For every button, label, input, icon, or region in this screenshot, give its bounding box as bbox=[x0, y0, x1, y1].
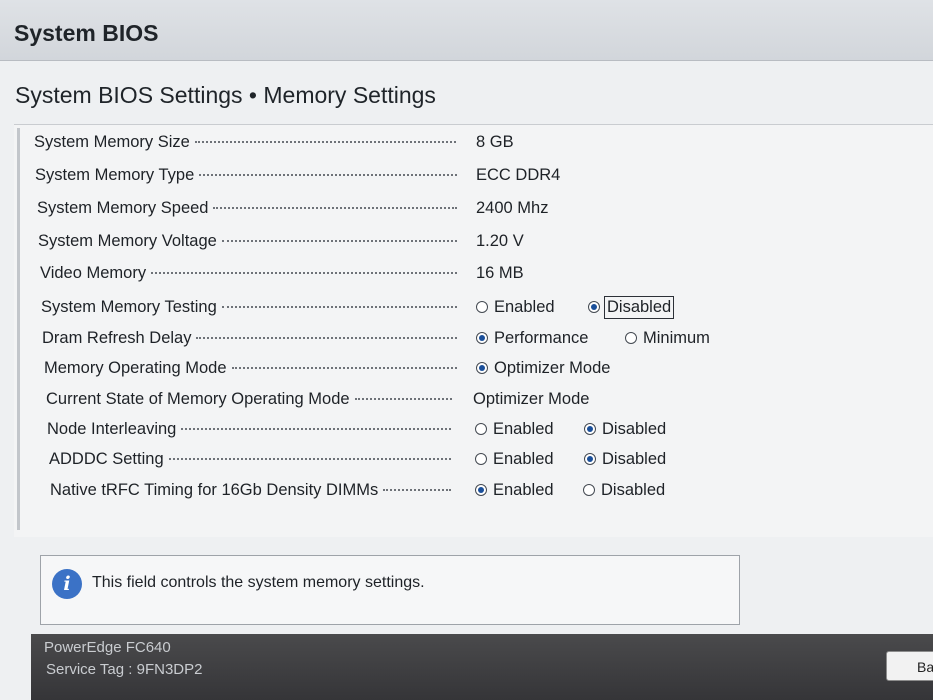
leader-dots bbox=[221, 240, 457, 242]
radio-unselected-icon bbox=[583, 484, 595, 496]
setting-row-dram-refresh-delay: Dram Refresh Delay Performance Minimum bbox=[0, 327, 933, 351]
setting-value: 16 MB bbox=[476, 264, 524, 282]
setting-value: 2400 Mhz bbox=[476, 199, 549, 217]
setting-row-system-memory-testing: System Memory Testing Enabled Disabled bbox=[0, 295, 933, 320]
page-title: System BIOS Settings • Memory Settings bbox=[15, 82, 436, 108]
leader-dots bbox=[151, 272, 457, 274]
setting-row-system-memory-size: System Memory Size 8 GB bbox=[0, 131, 933, 155]
setting-label: Native tRFC Timing for 16Gb Density DIMM… bbox=[50, 480, 379, 499]
setting-row-video-memory: Video Memory 16 MB bbox=[0, 262, 933, 286]
setting-label: System Memory Type bbox=[35, 165, 195, 184]
radio-unselected-icon bbox=[475, 453, 487, 465]
setting-label: Node Interleaving bbox=[47, 419, 177, 438]
help-text: This field controls the system memory se… bbox=[92, 574, 425, 591]
setting-label: System Memory Size bbox=[34, 132, 190, 151]
service-tag: Service Tag : 9FN3DP2 bbox=[46, 661, 203, 678]
setting-value: 1.20 V bbox=[476, 232, 524, 250]
setting-row-system-memory-voltage: System Memory Voltage 1.20 V bbox=[0, 230, 933, 254]
leader-dots bbox=[168, 458, 451, 460]
setting-row-native-trfc-timing: Native tRFC Timing for 16Gb Density DIMM… bbox=[0, 479, 933, 503]
setting-value: 8 GB bbox=[476, 133, 514, 151]
setting-label: Video Memory bbox=[40, 263, 147, 282]
leader-dots bbox=[231, 367, 457, 369]
radio-selected-icon bbox=[475, 484, 487, 496]
radio-optimizer-mode[interactable]: Optimizer Mode bbox=[476, 357, 610, 379]
info-icon: i bbox=[52, 569, 82, 599]
radio-unselected-icon bbox=[625, 332, 637, 344]
radio-disabled[interactable]: Disabled bbox=[584, 418, 666, 440]
setting-value: Optimizer Mode bbox=[473, 390, 590, 408]
system-model: PowerEdge FC640 bbox=[44, 639, 171, 656]
setting-label: ADDDC Setting bbox=[49, 449, 164, 468]
setting-label: Dram Refresh Delay bbox=[42, 328, 192, 347]
setting-row-memory-operating-mode: Memory Operating Mode Optimizer Mode bbox=[0, 357, 933, 381]
radio-disabled[interactable]: Disabled bbox=[588, 295, 675, 319]
radio-selected-icon bbox=[476, 332, 488, 344]
radio-selected-icon bbox=[584, 453, 596, 465]
setting-label: System Memory Speed bbox=[37, 198, 209, 217]
leader-dots bbox=[196, 337, 457, 339]
radio-enabled[interactable]: Enabled bbox=[475, 448, 554, 470]
setting-row-system-memory-type: System Memory Type ECC DDR4 bbox=[0, 164, 933, 188]
setting-label: System Memory Testing bbox=[41, 297, 217, 316]
radio-enabled[interactable]: Enabled bbox=[476, 296, 555, 318]
radio-performance[interactable]: Performance bbox=[476, 327, 588, 349]
setting-label: Memory Operating Mode bbox=[44, 358, 227, 377]
setting-row-system-memory-speed: System Memory Speed 2400 Mhz bbox=[0, 197, 933, 221]
radio-selected-icon bbox=[584, 423, 596, 435]
radio-unselected-icon bbox=[475, 423, 487, 435]
leader-dots bbox=[213, 207, 457, 209]
setting-label: Current State of Memory Operating Mode bbox=[46, 389, 350, 408]
leader-dots bbox=[221, 306, 457, 308]
leader-dots bbox=[181, 428, 451, 430]
radio-minimum[interactable]: Minimum bbox=[625, 327, 710, 349]
leader-dots bbox=[199, 174, 457, 176]
radio-selected-icon bbox=[588, 301, 600, 313]
app-title: System BIOS bbox=[14, 20, 159, 46]
setting-label: System Memory Voltage bbox=[38, 231, 217, 250]
leader-dots bbox=[383, 489, 451, 491]
setting-value: ECC DDR4 bbox=[476, 166, 561, 184]
setting-row-node-interleaving: Node Interleaving Enabled Disabled bbox=[0, 418, 933, 442]
radio-disabled[interactable]: Disabled bbox=[583, 479, 665, 501]
radio-enabled[interactable]: Enabled bbox=[475, 418, 554, 440]
setting-row-adddc-setting: ADDDC Setting Enabled Disabled bbox=[0, 448, 933, 472]
radio-enabled[interactable]: Enabled bbox=[475, 479, 554, 501]
setting-row-current-state-memory-mode: Current State of Memory Operating Mode O… bbox=[0, 388, 933, 412]
back-button[interactable]: Ba bbox=[886, 651, 933, 681]
leader-dots bbox=[194, 141, 456, 143]
radio-unselected-icon bbox=[476, 301, 488, 313]
radio-disabled[interactable]: Disabled bbox=[584, 448, 666, 470]
leader-dots bbox=[354, 398, 452, 400]
radio-selected-icon bbox=[476, 362, 488, 374]
